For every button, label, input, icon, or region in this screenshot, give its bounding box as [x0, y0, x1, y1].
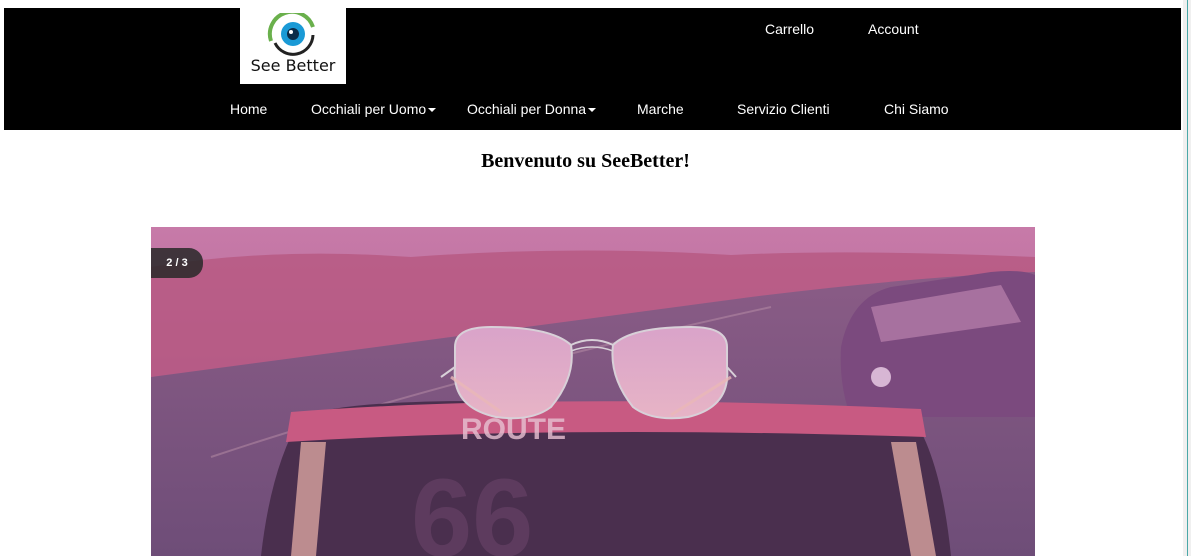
nav-item-label: Occhiali per Donna — [467, 101, 587, 117]
slide-image: ROUTE 66 — [151, 227, 1035, 556]
sign-number: 66 — [411, 457, 533, 556]
cart-link[interactable]: Carrello — [765, 21, 814, 37]
slideshow[interactable]: ROUTE 66 2 / 3 — [151, 227, 1035, 556]
nav-item-label: Occhiali per Uomo — [311, 101, 427, 117]
nav-item-label: Servizio Clienti — [737, 101, 830, 117]
nav-item-about[interactable]: Chi Siamo — [884, 101, 949, 117]
page-title: Benvenuto su SeeBetter! — [481, 150, 690, 172]
scrollbar-edge — [1187, 0, 1188, 556]
nav-item-women[interactable]: Occhiali per Donna — [467, 101, 597, 117]
eye-icon — [267, 13, 315, 56]
nav-item-customer-service[interactable]: Servizio Clienti — [737, 101, 830, 117]
nav-item-label: Home — [230, 101, 268, 117]
logo-text: See Better — [250, 56, 336, 75]
account-link[interactable]: Account — [868, 21, 919, 37]
site-header: See Better Carrello Account Home Occhial… — [4, 8, 1181, 130]
nav-item-home[interactable]: Home — [230, 101, 267, 117]
caret-down-icon — [588, 108, 597, 113]
nav-item-label: Chi Siamo — [884, 101, 949, 117]
caret-down-icon — [428, 108, 437, 113]
slide-counter: 2 / 3 — [151, 248, 203, 278]
nav-item-label: Marche — [637, 101, 684, 117]
nav-item-men[interactable]: Occhiali per Uomo — [311, 101, 437, 117]
site-logo[interactable]: See Better — [240, 8, 346, 84]
nav-item-brands[interactable]: Marche — [637, 101, 684, 117]
